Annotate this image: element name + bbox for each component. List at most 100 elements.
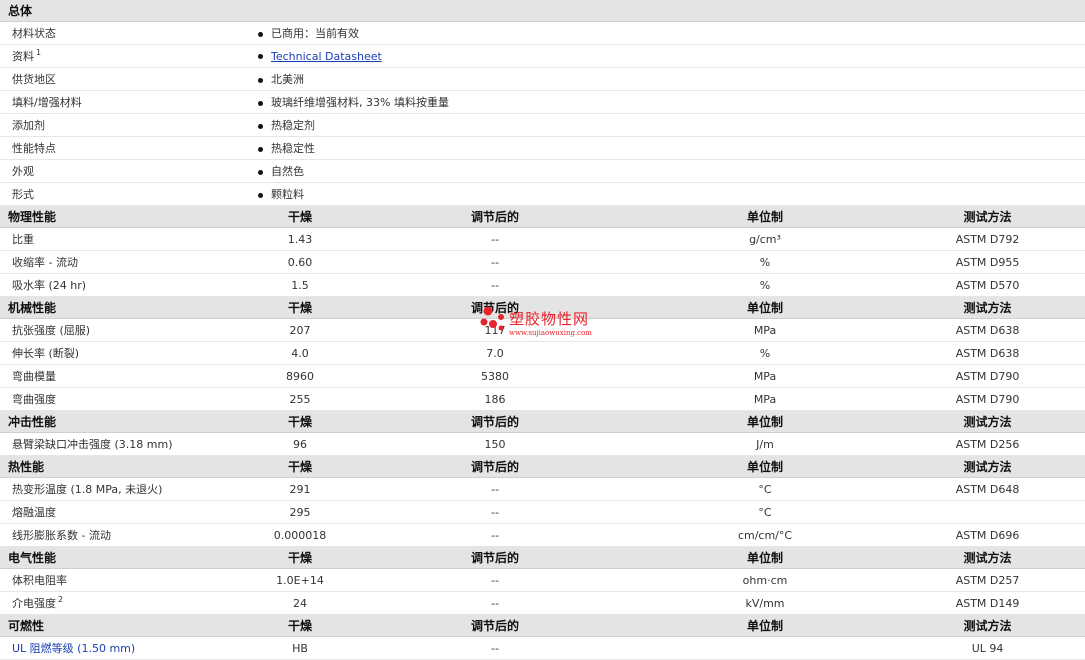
- general-value: 玻璃纤维增强材料, 33% 填料按重量: [250, 90, 1085, 114]
- conditioned-value: --: [350, 273, 640, 297]
- column-method: 测试方法: [890, 614, 1085, 637]
- value-text: 热稳定剂: [271, 119, 315, 132]
- general-row: 填料/增强材料 玻璃纤维增强材料, 33% 填料按重量: [0, 90, 1085, 114]
- property-name: 比重: [0, 227, 250, 251]
- ul-rating-link[interactable]: UL 阻燃等级 (1.50 mm): [12, 642, 135, 655]
- property-row: 弯曲强度 255 186 MPa ASTM D790: [0, 387, 1085, 411]
- column-dry: 干燥: [250, 455, 350, 478]
- dry-value: 1.0E+14: [250, 568, 350, 592]
- bullet-icon: [258, 169, 263, 175]
- dry-value: 24: [250, 591, 350, 615]
- datasheet-link[interactable]: Technical Datasheet: [271, 50, 382, 63]
- property-name: 弯曲模量: [0, 364, 250, 388]
- general-label: 形式: [0, 182, 250, 206]
- dry-value: 291: [250, 477, 350, 501]
- property-name-text: 弯曲模量: [12, 370, 56, 383]
- conditioned-value: --: [350, 568, 640, 592]
- footnote-marker: 2: [58, 595, 64, 604]
- property-name-text: 熔融温度: [12, 506, 56, 519]
- unit-value: g/cm³: [640, 227, 890, 251]
- bullet-icon: [258, 192, 263, 198]
- property-row: 线形膨胀系数 - 流动 0.000018 -- cm/cm/°C ASTM D696: [0, 523, 1085, 547]
- property-name: 伸长率 (断裂): [0, 341, 250, 365]
- general-row: 性能特点 热稳定性: [0, 136, 1085, 160]
- column-unit: 单位制: [640, 614, 890, 637]
- label-text: 性能特点: [12, 142, 56, 155]
- property-row: 体积电阻率 1.0E+14 -- ohm·cm ASTM D257: [0, 568, 1085, 592]
- dry-value: 96: [250, 432, 350, 456]
- conditioned-value: 5380: [350, 364, 640, 388]
- unit-value: J/m: [640, 432, 890, 456]
- general-row: 外观 自然色: [0, 159, 1085, 183]
- bullet-icon: [258, 146, 263, 152]
- unit-value: [640, 636, 890, 660]
- section-header: 冲击性能 干燥 调节后的 单位制 测试方法: [0, 410, 1085, 433]
- test-method: ASTM D696: [890, 523, 1085, 547]
- general-label: 性能特点: [0, 136, 250, 160]
- dry-value: HB: [250, 636, 350, 660]
- general-value: 自然色: [250, 159, 1085, 183]
- property-name: 热变形温度 (1.8 MPa, 未退火): [0, 477, 250, 501]
- general-value: 热稳定剂: [250, 113, 1085, 137]
- conditioned-value: --: [350, 636, 640, 660]
- unit-value: %: [640, 273, 890, 297]
- property-name: 抗张强度 (屈服): [0, 318, 250, 342]
- dry-value: 1.5: [250, 273, 350, 297]
- value-text: 自然色: [271, 165, 304, 178]
- dry-value: 0.60: [250, 250, 350, 274]
- test-method: ASTM D792: [890, 227, 1085, 251]
- bullet-icon: [258, 100, 263, 106]
- dry-value: 0.000018: [250, 523, 350, 547]
- unit-value: MPa: [640, 387, 890, 411]
- section-title: 可燃性: [0, 614, 250, 637]
- column-dry: 干燥: [250, 296, 350, 319]
- section-title: 机械性能: [0, 296, 250, 319]
- section-header: 电气性能 干燥 调节后的 单位制 测试方法: [0, 546, 1085, 569]
- bullet-icon: [258, 31, 263, 37]
- bullet-icon: [258, 54, 263, 59]
- column-conditioned: 调节后的: [350, 546, 640, 569]
- conditioned-value: 150: [350, 432, 640, 456]
- general-row: 材料状态 已商用：当前有效: [0, 21, 1085, 45]
- column-unit: 单位制: [640, 546, 890, 569]
- conditioned-value: 186: [350, 387, 640, 411]
- test-method: ASTM D790: [890, 387, 1085, 411]
- general-label: 材料状态: [0, 21, 250, 45]
- general-value: 颗粒料: [250, 182, 1085, 206]
- label-text: 资料: [12, 50, 34, 63]
- unit-value: °C: [640, 477, 890, 501]
- dry-value: 295: [250, 500, 350, 524]
- unit-value: MPa: [640, 318, 890, 342]
- test-method: ASTM D955: [890, 250, 1085, 274]
- bullet-icon: [258, 123, 263, 129]
- property-name: 悬臂梁缺口冲击强度 (3.18 mm): [0, 432, 250, 456]
- property-row: 比重 1.43 -- g/cm³ ASTM D792: [0, 227, 1085, 251]
- test-method: ASTM D257: [890, 568, 1085, 592]
- property-name-text: 抗张强度 (屈服): [12, 324, 91, 337]
- property-name: 熔融温度: [0, 500, 250, 524]
- property-row: 热变形温度 (1.8 MPa, 未退火) 291 -- °C ASTM D648: [0, 477, 1085, 501]
- property-row: 弯曲模量 8960 5380 MPa ASTM D790: [0, 364, 1085, 388]
- property-name-text: 收缩率 - 流动: [12, 256, 78, 269]
- column-dry: 干燥: [250, 205, 350, 228]
- value-text: 北美洲: [271, 73, 304, 86]
- column-unit: 单位制: [640, 455, 890, 478]
- property-row: 悬臂梁缺口冲击强度 (3.18 mm) 96 150 J/m ASTM D256: [0, 432, 1085, 456]
- general-value: 北美洲: [250, 67, 1085, 91]
- dry-value: 1.43: [250, 227, 350, 251]
- property-name-text: 伸长率 (断裂): [12, 347, 80, 360]
- watermark: 塑胶物性网 www.sujiaowuxing.com: [479, 305, 629, 345]
- general-row: 添加剂 热稳定剂: [0, 113, 1085, 137]
- general-label: 填料/增强材料: [0, 90, 250, 114]
- general-row: 供货地区 北美洲: [0, 67, 1085, 91]
- general-row: 形式 颗粒料: [0, 182, 1085, 206]
- dots-logo-icon: [480, 306, 504, 331]
- property-name-text: 热变形温度 (1.8 MPa, 未退火): [12, 483, 163, 496]
- unit-value: MPa: [640, 364, 890, 388]
- conditioned-value: --: [350, 227, 640, 251]
- column-unit: 单位制: [640, 296, 890, 319]
- general-value: Technical Datasheet: [250, 44, 1085, 68]
- property-name-text: 线形膨胀系数 - 流动: [12, 529, 111, 542]
- property-name-text: 吸水率 (24 hr): [12, 279, 87, 292]
- label-text: 填料/增强材料: [12, 96, 82, 109]
